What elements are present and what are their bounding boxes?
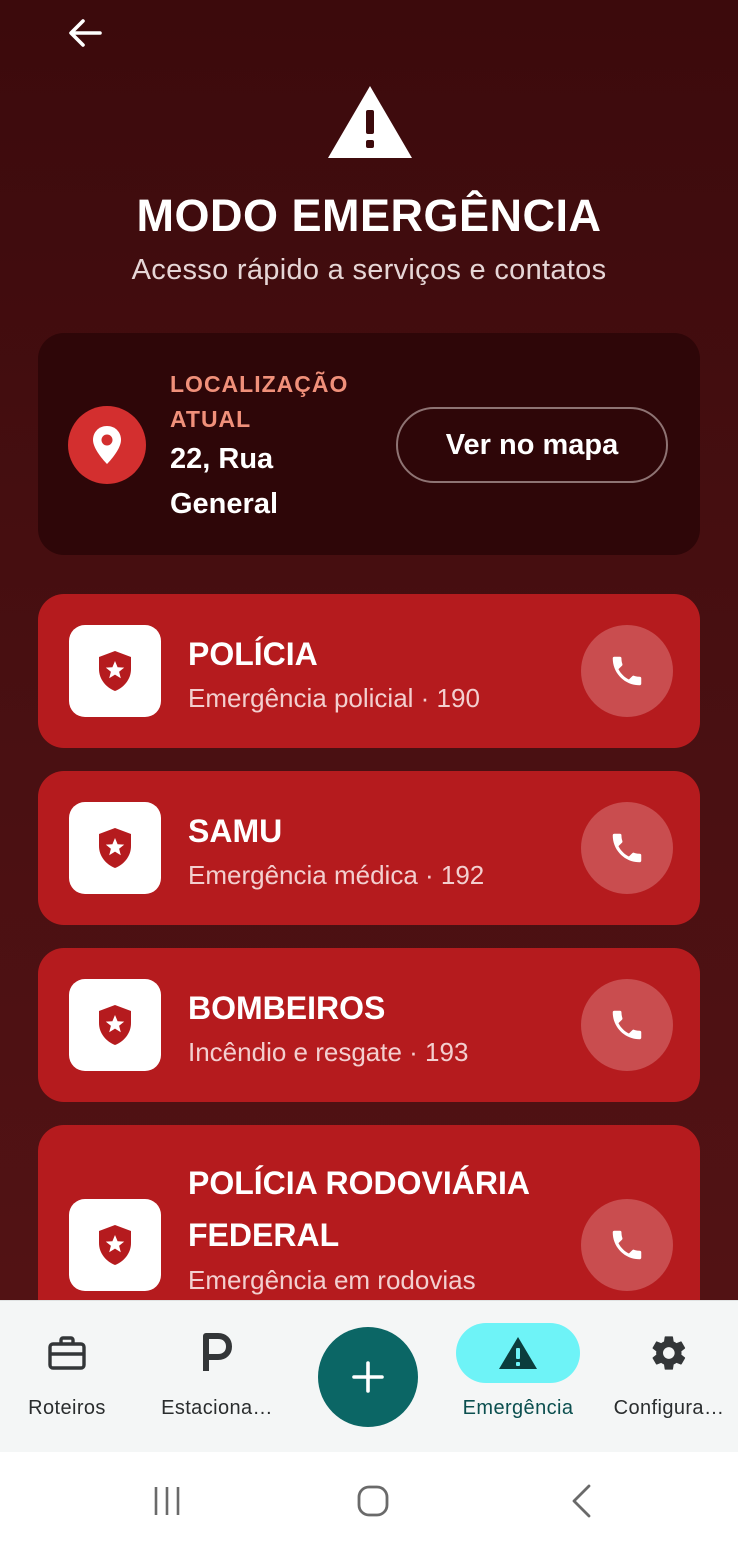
service-description: Emergência em rodovias (188, 1265, 476, 1295)
shield-star-icon (99, 828, 131, 868)
phone-icon (612, 1010, 642, 1040)
service-icon-tile (69, 625, 161, 717)
system-navigation-bar (0, 1452, 738, 1546)
recent-apps-button[interactable] (140, 1478, 194, 1524)
location-pin-icon (93, 426, 121, 464)
service-name: POLÍCIA RODOVIÁRIA FEDERAL (188, 1165, 529, 1253)
nav-label: Configura… (613, 1397, 725, 1419)
service-name: BOMBEIROS (188, 990, 386, 1026)
nav-item-roteiros[interactable]: Roteiros (14, 1301, 120, 1453)
phone-icon (612, 1230, 642, 1260)
call-button[interactable] (581, 625, 673, 717)
location-label: LOCALIZAÇÃO ATUAL (170, 371, 349, 432)
service-name: POLÍCIA (188, 636, 318, 672)
nav-item-emergencia[interactable]: Emergência (450, 1301, 586, 1453)
service-card-samu[interactable]: SAMU Emergência médica · 192 (38, 771, 700, 925)
service-icon-tile (69, 1199, 161, 1291)
service-description: Emergência médica · 192 (188, 860, 485, 890)
nav-label: Estaciona… (161, 1397, 273, 1419)
system-back-button[interactable] (554, 1478, 608, 1524)
location-card: LOCALIZAÇÃO ATUAL 22, Rua General Ver no… (38, 333, 700, 555)
page-subtitle: Acesso rápido a serviços e contatos (131, 254, 607, 286)
back-button[interactable] (60, 10, 110, 56)
call-button[interactable] (581, 979, 673, 1071)
service-card-bombeiros[interactable]: BOMBEIROS Incêndio e resgate · 193 (38, 948, 700, 1102)
parking-icon (203, 1333, 232, 1371)
shield-star-icon (99, 1225, 131, 1265)
home-button[interactable] (346, 1478, 400, 1524)
call-button[interactable] (581, 1199, 673, 1291)
phone-icon (612, 833, 642, 863)
nav-label: Emergência (462, 1397, 574, 1419)
warning-triangle-icon (328, 86, 412, 158)
service-name: SAMU (188, 813, 283, 849)
view-map-button[interactable]: Ver no mapa (396, 407, 668, 483)
service-card-prf[interactable]: POLÍCIA RODOVIÁRIA FEDERAL Emergência em… (38, 1125, 700, 1300)
call-button[interactable] (581, 802, 673, 894)
nav-item-configuracoes[interactable]: Configura… (604, 1301, 734, 1453)
nav-label: Roteiros (28, 1397, 106, 1419)
service-description: Incêndio e resgate · 193 (188, 1037, 469, 1067)
arrow-left-icon (69, 19, 102, 47)
phone-icon (612, 656, 642, 686)
emergency-screen: MODO EMERGÊNCIA Acesso rápido a serviços… (0, 0, 738, 1300)
location-pin-badge (68, 406, 146, 484)
location-address: 22, Rua General (170, 443, 278, 520)
shield-star-icon (99, 651, 131, 691)
gear-icon (652, 1336, 686, 1370)
nav-active-indicator (456, 1323, 580, 1383)
service-icon-tile (69, 802, 161, 894)
service-card-policia[interactable]: POLÍCIA Emergência policial · 190 (38, 594, 700, 748)
page-title: MODO EMERGÊNCIA (136, 190, 602, 241)
nav-item-estacionamento[interactable]: Estaciona… (150, 1301, 284, 1453)
warning-triangle-icon (499, 1337, 537, 1369)
service-icon-tile (69, 979, 161, 1071)
shield-star-icon (99, 1005, 131, 1045)
home-icon (357, 1485, 389, 1517)
chevron-left-icon (572, 1484, 591, 1518)
add-fab-button[interactable] (318, 1327, 418, 1427)
recent-apps-icon (154, 1487, 180, 1515)
plus-icon (352, 1361, 384, 1393)
briefcase-icon (48, 1336, 86, 1370)
service-description: Emergência policial · 190 (188, 683, 480, 713)
